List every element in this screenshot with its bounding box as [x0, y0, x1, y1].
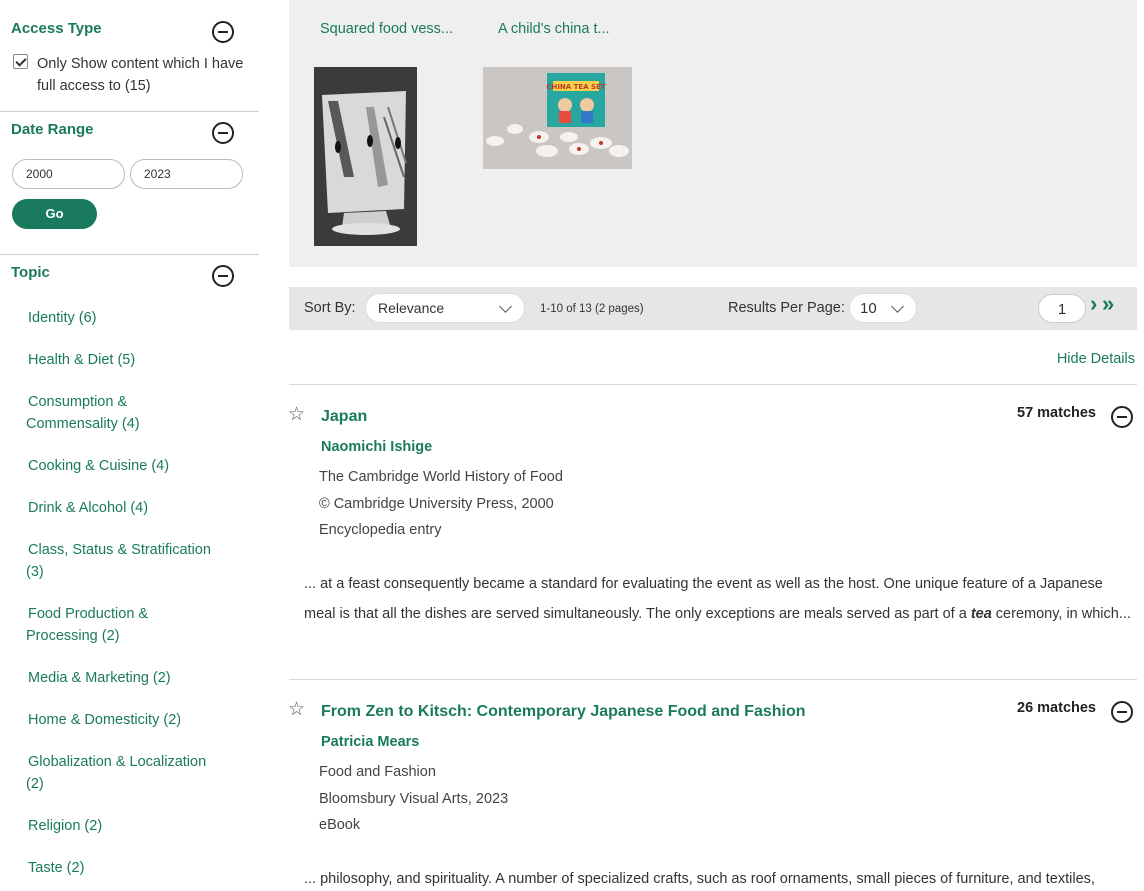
topic-label: Globalization & Localization: [28, 754, 207, 770]
topic-item-home[interactable]: Home & Domesticity (2): [28, 709, 228, 731]
topic-item-media[interactable]: Media & Marketing (2): [28, 667, 228, 689]
chevron-down-icon: [891, 300, 904, 313]
topic-item-consumption[interactable]: Consumption & Commensality (4): [26, 391, 228, 435]
star-icon[interactable]: ☆: [288, 405, 305, 424]
sort-toolbar: Sort By: Relevance 1-10 of 13 (2 pages) …: [289, 287, 1137, 330]
page-number-input[interactable]: 1: [1038, 294, 1086, 323]
topic-item-globalization[interactable]: Globalization & Localization (2): [26, 751, 228, 795]
thumbnail-title[interactable]: A child's china t...: [498, 21, 610, 37]
collapse-topic-icon[interactable]: [212, 265, 234, 287]
full-access-label[interactable]: Only Show content which I have full acce…: [37, 53, 257, 97]
result-author[interactable]: Patricia Mears: [321, 734, 419, 750]
topic-title: Topic: [11, 264, 50, 281]
access-type-title: Access Type: [11, 20, 102, 37]
hide-details-link[interactable]: Hide Details: [1057, 351, 1135, 367]
topic-title-text: Topic: [11, 264, 50, 281]
topic-item-health-diet[interactable]: Health & Diet (5): [28, 349, 228, 371]
topic-item-taste[interactable]: Taste (2): [28, 857, 228, 879]
date-from-input[interactable]: 2000: [12, 159, 125, 189]
chevron-down-icon: [499, 300, 512, 313]
per-page-value: 10: [860, 300, 877, 317]
topic-item-identity[interactable]: Identity (6): [28, 307, 228, 329]
result-source: The Cambridge World History of Food: [319, 469, 563, 485]
topic-label: Media & Marketing (2): [28, 670, 171, 686]
go-button[interactable]: Go: [12, 199, 97, 229]
next-page-icon[interactable]: ›: [1090, 293, 1097, 315]
topic-label: Consumption &: [28, 394, 128, 410]
full-access-checkbox[interactable]: [13, 54, 28, 69]
image-results-panel: Squared food vess... A child's china t..…: [289, 0, 1137, 267]
page-value: 1: [1057, 301, 1067, 318]
topic-label: Taste (2): [28, 860, 85, 876]
result-meta: The Cambridge World History of Food © Ca…: [319, 464, 563, 544]
result-author[interactable]: Naomichi Ishige: [321, 439, 432, 455]
sort-value: Relevance: [378, 300, 445, 316]
sort-select[interactable]: Relevance: [365, 293, 525, 323]
topic-label: Health & Diet (5): [28, 352, 136, 368]
topic-label: Drink & Alcohol (4): [28, 500, 149, 516]
divider: [289, 679, 1137, 680]
box-text: CHINA TEA SET: [546, 83, 606, 91]
results-range: 1-10 of 13 (2 pages): [540, 303, 644, 315]
topic-label: Religion (2): [28, 818, 103, 834]
collapse-result-icon[interactable]: [1111, 406, 1133, 428]
excerpt-text: ceremony, in which...: [991, 606, 1131, 622]
food-vessel-image[interactable]: [314, 67, 417, 246]
date-range-title: Date Range: [11, 121, 94, 138]
per-page-label: Results Per Page:: [728, 300, 845, 316]
result-publisher: © Cambridge University Press, 2000: [319, 495, 554, 512]
date-to-input[interactable]: 2023: [130, 159, 243, 189]
food-vessel-illustration: [314, 67, 417, 246]
match-count: 26 matches: [1017, 700, 1096, 716]
collapse-result-icon[interactable]: [1111, 701, 1133, 723]
last-page-icon[interactable]: »: [1102, 293, 1114, 315]
topic-label: Identity (6): [28, 310, 97, 326]
collapse-access-icon[interactable]: [212, 21, 234, 43]
per-page-select[interactable]: 10: [849, 293, 917, 323]
topic-label: Cooking & Cuisine (4): [28, 458, 170, 474]
topic-item-drink[interactable]: Drink & Alcohol (4): [28, 497, 228, 519]
topic-label-cont: (2): [26, 776, 44, 792]
topic-label: Food Production &: [28, 606, 149, 622]
result-publisher: Bloomsbury Visual Arts, 2023: [319, 790, 509, 807]
topic-label: Class, Status & Stratification: [28, 542, 211, 558]
filter-sidebar: Access Type Only Show content which I ha…: [0, 0, 259, 891]
topic-item-class-status[interactable]: Class, Status & Stratification (3): [26, 539, 228, 583]
sort-by-label: Sort By:: [304, 300, 356, 316]
result-title[interactable]: From Zen to Kitsch: Contemporary Japanes…: [321, 703, 806, 721]
topic-item-religion[interactable]: Religion (2): [28, 815, 228, 837]
china-tea-set-image[interactable]: CHINA TEA SET: [483, 67, 632, 169]
result-type: Encyclopedia entry: [319, 522, 442, 538]
topic-label-cont: Commensality (4): [26, 416, 140, 432]
result-excerpt: ... at a feast consequently became a sta…: [304, 569, 1132, 629]
result-title[interactable]: Japan: [321, 408, 367, 426]
result-type: eBook: [319, 817, 361, 833]
result-meta: Food and Fashion Bloomsbury Visual Arts,…: [319, 759, 508, 839]
topic-item-food-production[interactable]: Food Production & Processing (2): [26, 603, 228, 647]
collapse-date-icon[interactable]: [212, 122, 234, 144]
excerpt-text: ... philosophy, and spirituality. A numb…: [304, 871, 1095, 887]
divider: [0, 254, 259, 255]
divider: [0, 111, 259, 112]
topic-item-cooking[interactable]: Cooking & Cuisine (4): [28, 455, 228, 477]
result-source: Food and Fashion: [319, 764, 436, 780]
match-count: 57 matches: [1017, 405, 1096, 421]
result-excerpt: ... philosophy, and spirituality. A numb…: [304, 864, 1132, 891]
star-icon[interactable]: ☆: [288, 700, 305, 719]
topic-label-cont: (3): [26, 564, 44, 580]
thumbnail-title[interactable]: Squared food vess...: [320, 21, 453, 37]
topic-label-cont: Processing (2): [26, 628, 120, 644]
divider: [289, 384, 1137, 385]
excerpt-highlight: tea: [970, 606, 992, 622]
tea-set-illustration: CHINA TEA SET: [483, 67, 632, 169]
topic-label: Home & Domesticity (2): [28, 712, 182, 728]
